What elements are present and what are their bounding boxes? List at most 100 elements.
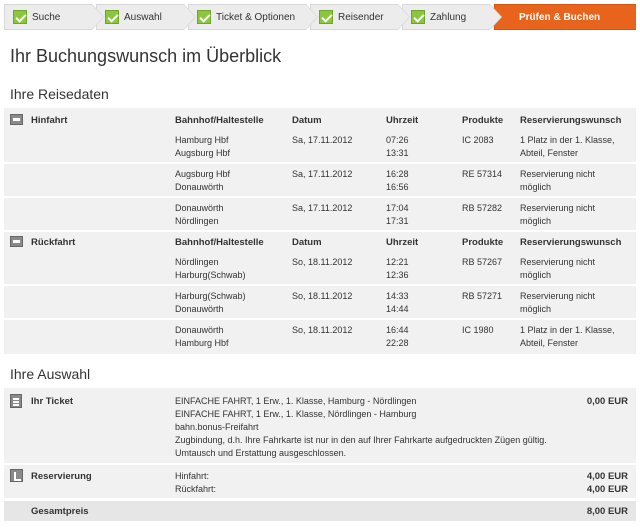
- reservation-rueck-price: 4,00 EUR: [586, 484, 628, 495]
- step-pruefen-buchen: Prüfen & Buchen: [494, 4, 636, 30]
- section-heading-reisedaten: Ihre Reisedaten: [10, 86, 109, 102]
- leg-arrival: 16:56: [386, 182, 409, 192]
- leg-date: Sa, 17.11.2012: [292, 135, 353, 145]
- step-label: Reisender: [338, 12, 384, 23]
- leg-departure: 16:28: [386, 169, 409, 179]
- col-header-time: Uhrzeit: [386, 237, 419, 248]
- step-suche[interactable]: Suche: [4, 4, 104, 30]
- step-reisender[interactable]: Reisender: [310, 4, 410, 30]
- leg-to: Donauwörth: [175, 304, 224, 314]
- leg-reservation: Reservierung nicht: [520, 257, 596, 267]
- train-return-icon: [10, 236, 23, 247]
- leg-arrival: 17:31: [386, 216, 409, 226]
- leg-from: Augsburg Hbf: [175, 169, 231, 179]
- leg-product: RB 57282: [462, 203, 503, 213]
- leg-arrival: 12:36: [386, 270, 409, 280]
- leg-reservation-detail: möglich: [520, 216, 552, 226]
- check-icon: [105, 10, 119, 24]
- leg-date: Sa, 17.11.2012: [292, 203, 353, 213]
- total-row: Gesamtpreis 8,00 EUR: [4, 501, 636, 521]
- ticket-line: Zugbindung, d.h. Ihre Fahrkarte ist nur …: [175, 435, 547, 445]
- hinfahrt-label: Hinfahrt: [31, 115, 68, 126]
- auswahl-panel: Ihr Ticket EINFACHE FAHRT, 1 Erw., 1. Kl…: [4, 388, 636, 498]
- leg-reservation-detail: Abteil, Fenster: [520, 148, 579, 158]
- ticket-price: 0,00 EUR: [586, 396, 628, 407]
- reservation-icon: [10, 469, 23, 482]
- leg-product: RB 57267: [462, 257, 503, 267]
- reservation-hin-label: Hinfahrt:: [175, 471, 210, 481]
- leg-reservation: Reservierung nicht: [520, 169, 596, 179]
- leg-to: Donauwörth: [175, 182, 224, 192]
- leg-to: Hamburg Hbf: [175, 338, 229, 348]
- leg-date: So, 18.11.2012: [292, 291, 353, 301]
- col-header-products: Produkte: [462, 237, 504, 248]
- check-icon: [319, 10, 333, 24]
- leg-departure: 17:04: [386, 203, 409, 213]
- section-heading-auswahl: Ihre Auswahl: [10, 366, 91, 382]
- leg-reservation: Reservierung nicht: [520, 203, 596, 213]
- leg-departure: 12:21: [386, 257, 409, 267]
- leg-from: Hamburg Hbf: [175, 135, 229, 145]
- leg-from: Nördlingen: [175, 257, 219, 267]
- leg-reservation: 1 Platz in der 1. Klasse,: [520, 135, 615, 145]
- reservation-rueck-label: Rückfahrt:: [175, 484, 217, 494]
- leg-from: Donauwörth: [175, 325, 224, 335]
- total-price: 8,00 EUR: [586, 506, 628, 517]
- col-header-station: Bahnhof/Haltestelle: [175, 115, 264, 126]
- ticket-line: EINFACHE FAHRT, 1 Erw., 1. Klasse, Nördl…: [175, 409, 417, 419]
- leg-departure: 14:33: [386, 291, 409, 301]
- col-header-date: Datum: [292, 115, 322, 126]
- col-header-date: Datum: [292, 237, 322, 248]
- check-icon: [197, 10, 211, 24]
- step-label: Zahlung: [430, 12, 467, 23]
- ticket-line: EINFACHE FAHRT, 1 Erw., 1. Klasse, Hambu…: [175, 396, 417, 406]
- leg-date: So, 18.11.2012: [292, 257, 353, 267]
- leg-product: IC 1980: [462, 325, 494, 335]
- leg-reservation-detail: möglich: [520, 304, 552, 314]
- leg-to: Nördlingen: [175, 216, 219, 226]
- step-label: Ticket & Optionen: [216, 12, 296, 23]
- leg-reservation-detail: möglich: [520, 270, 552, 280]
- ticket-line: Umtausch und Erstattung ausgeschlossen.: [175, 448, 347, 458]
- booking-progress-steps: Suche Auswahl Ticket & Optionen Reisende…: [0, 4, 640, 30]
- leg-reservation-detail: Abteil, Fenster: [520, 338, 579, 348]
- step-auswahl[interactable]: Auswahl: [96, 4, 196, 30]
- rueckfahrt-label: Rückfahrt: [31, 237, 76, 248]
- leg-reservation-detail: möglich: [520, 182, 552, 192]
- leg-product: RE 57314: [462, 169, 503, 179]
- total-label: Gesamtpreis: [31, 506, 89, 517]
- step-ticket-optionen[interactable]: Ticket & Optionen: [188, 4, 318, 30]
- check-icon: [13, 10, 27, 24]
- step-label: Suche: [32, 12, 61, 23]
- check-icon: [411, 10, 425, 24]
- leg-date: So, 18.11.2012: [292, 325, 353, 335]
- leg-arrival: 22:28: [386, 338, 409, 348]
- col-header-reservation: Reservierungswunsch: [520, 237, 622, 248]
- leg-from: Harburg(Schwab): [175, 291, 246, 301]
- leg-reservation: Reservierung nicht: [520, 291, 596, 301]
- col-header-time: Uhrzeit: [386, 115, 419, 126]
- step-label: Prüfen & Buchen: [519, 12, 601, 23]
- step-zahlung[interactable]: Zahlung: [402, 4, 502, 30]
- leg-arrival: 14:44: [386, 304, 409, 314]
- reservation-hin-price: 4,00 EUR: [586, 471, 628, 482]
- leg-departure: 16:44: [386, 325, 409, 335]
- page-title: Ihr Buchungswunsch im Überblick: [10, 46, 282, 66]
- ticket-label: Ihr Ticket: [31, 396, 74, 407]
- leg-departure: 07:26: [386, 135, 409, 145]
- leg-product: IC 2083: [462, 135, 494, 145]
- col-header-station: Bahnhof/Haltestelle: [175, 237, 264, 248]
- leg-to: Augsburg Hbf: [175, 148, 231, 158]
- reservation-label: Reservierung: [31, 471, 92, 482]
- reisedaten-panel: Hinfahrt Bahnhof/Haltestelle Datum Uhrze…: [4, 108, 636, 354]
- col-header-reservation: Reservierungswunsch: [520, 115, 622, 126]
- train-outbound-icon: [10, 114, 23, 125]
- ticket-line: bahn.bonus-Freifahrt: [175, 422, 259, 432]
- leg-date: Sa, 17.11.2012: [292, 169, 353, 179]
- step-label: Auswahl: [124, 12, 162, 23]
- ticket-icon: [10, 394, 22, 408]
- leg-to: Harburg(Schwab): [175, 270, 246, 280]
- leg-product: RB 57271: [462, 291, 503, 301]
- leg-arrival: 13:31: [386, 148, 409, 158]
- leg-reservation: 1 Platz in der 1. Klasse,: [520, 325, 615, 335]
